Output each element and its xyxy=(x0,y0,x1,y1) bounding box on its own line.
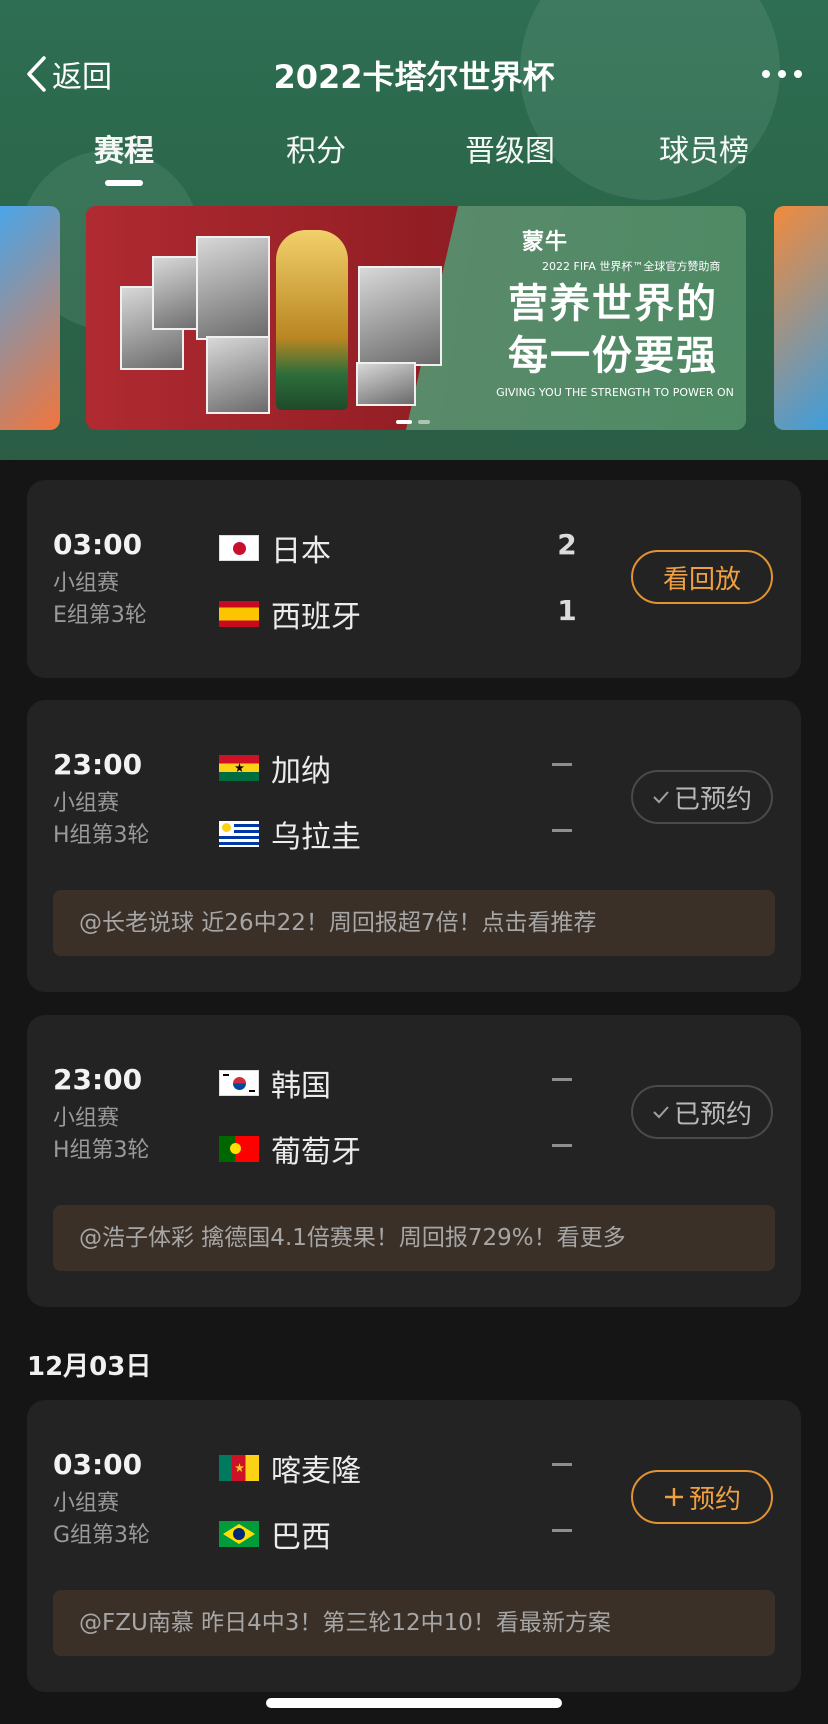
away-team-name: 葡萄牙 xyxy=(271,1135,361,1170)
home-team: 韩国 xyxy=(219,1061,331,1105)
match-card[interactable]: 03:00 小组赛 G组第3轮 喀麦隆 巴西 预约 @FZU南慕 昨日4中3！第… xyxy=(27,1400,801,1692)
reserve-label: 预约 xyxy=(688,1484,741,1515)
tab-bar: 赛程 积分 晋级图 球员榜 xyxy=(0,126,828,186)
brand-logo: 蒙牛 xyxy=(522,230,569,255)
slogan-line-2: 每一份要强 xyxy=(508,333,718,379)
carousel-dots xyxy=(396,420,430,424)
away-team: 乌拉圭 xyxy=(219,812,361,856)
check-icon xyxy=(653,791,669,804)
match-time: 23:00 xyxy=(53,748,143,781)
ad-banner[interactable]: 蒙牛 2022 FIFA 世界杯™全球官方赞助商 营养世界的 每一份要强 GIV… xyxy=(86,206,746,430)
replay-button[interactable]: 看回放 xyxy=(631,550,773,604)
away-score-placeholder xyxy=(552,1144,572,1147)
home-score-placeholder xyxy=(552,1463,572,1466)
match-stage: 小组赛 E组第3轮 xyxy=(53,568,147,632)
home-team: 日本 xyxy=(219,526,331,570)
home-team-name: 日本 xyxy=(271,534,331,569)
home-team-name: 韩国 xyxy=(271,1069,331,1104)
tab-indicator xyxy=(105,180,143,186)
reserve-button[interactable]: 预约 xyxy=(631,1470,773,1524)
match-card[interactable]: 23:00 小组赛 H组第3轮 加纳 乌拉圭 已预约 @长老说球 近26中22！… xyxy=(27,700,801,992)
banner-prev-card[interactable] xyxy=(0,206,60,430)
date-header: 12月03日 xyxy=(27,1352,152,1382)
spain-flag-icon xyxy=(219,601,259,627)
ghana-flag-icon xyxy=(219,755,259,781)
reserved-label: 已预约 xyxy=(673,784,752,815)
round-label: H组第3轮 xyxy=(53,823,150,848)
home-team-name: 喀麦隆 xyxy=(271,1454,361,1489)
match-stage: 小组赛 H组第3轮 xyxy=(53,1103,150,1167)
world-cup-trophy xyxy=(276,230,348,410)
home-score: 2 xyxy=(557,528,577,561)
player-photo xyxy=(358,266,442,366)
brand-subtitle: 2022 FIFA 世界杯™全球官方赞助商 xyxy=(542,260,721,273)
cameroon-flag-icon xyxy=(219,1455,259,1481)
banner-slogan-en: GIVING YOU THE STRENGTH TO POWER ON xyxy=(496,386,734,399)
stage-label: 小组赛 xyxy=(53,571,120,596)
tab-schedule[interactable]: 赛程 xyxy=(54,126,194,170)
reserved-button[interactable]: 已预约 xyxy=(631,770,773,824)
recommendation-tip[interactable]: @浩子体彩 擒德国4.1倍赛果！周回报729%！看更多 xyxy=(53,1205,775,1271)
brazil-flag-icon xyxy=(219,1521,259,1547)
banner-slogan: 营养世界的 每一份要强 xyxy=(488,278,738,382)
player-photo xyxy=(206,336,270,414)
japan-flag-icon xyxy=(219,535,259,561)
home-team: 加纳 xyxy=(219,746,331,790)
player-photo xyxy=(196,236,270,340)
recommendation-tip[interactable]: @FZU南慕 昨日4中3！第三轮12中10！看最新方案 xyxy=(53,1590,775,1656)
away-team-name: 西班牙 xyxy=(271,600,361,635)
match-card[interactable]: 23:00 小组赛 H组第3轮 韩国 葡萄牙 已预约 @浩子体彩 擒德国4.1倍… xyxy=(27,1015,801,1307)
round-label: E组第3轮 xyxy=(53,603,147,628)
korea-flag-icon xyxy=(219,1070,259,1096)
tab-standings[interactable]: 积分 xyxy=(246,126,386,170)
reserved-button[interactable]: 已预约 xyxy=(631,1085,773,1139)
match-time: 23:00 xyxy=(53,1063,143,1096)
match-card[interactable]: 03:00 小组赛 E组第3轮 日本 西班牙 2 1 看回放 xyxy=(27,480,801,678)
round-label: H组第3轮 xyxy=(53,1138,150,1163)
recommendation-tip[interactable]: @长老说球 近26中22！周回报超7倍！点击看推荐 xyxy=(53,890,775,956)
tab-bracket[interactable]: 晋级图 xyxy=(440,126,580,170)
away-score: 1 xyxy=(557,594,577,627)
home-score-placeholder xyxy=(552,763,572,766)
match-time: 03:00 xyxy=(53,528,143,561)
away-team: 葡萄牙 xyxy=(219,1127,361,1171)
away-score-placeholder xyxy=(552,1529,572,1532)
banner-next-card[interactable] xyxy=(774,206,828,430)
away-team: 巴西 xyxy=(219,1512,331,1556)
match-time: 03:00 xyxy=(53,1448,143,1481)
home-score-placeholder xyxy=(552,1078,572,1081)
away-team-name: 乌拉圭 xyxy=(271,820,361,855)
portugal-flag-icon xyxy=(219,1136,259,1162)
hero-header: 返回 2022卡塔尔世界杯 赛程 积分 晋级图 球员榜 蒙牛 2022 FIFA… xyxy=(0,0,828,460)
stage-label: 小组赛 xyxy=(53,791,120,816)
page-title: 2022卡塔尔世界杯 xyxy=(273,58,555,96)
tab-players[interactable]: 球员榜 xyxy=(634,126,774,170)
round-label: G组第3轮 xyxy=(53,1523,151,1548)
uruguay-flag-icon xyxy=(219,821,259,847)
match-stage: 小组赛 H组第3轮 xyxy=(53,788,150,852)
home-indicator xyxy=(266,1698,562,1708)
away-team-name: 巴西 xyxy=(271,1520,331,1555)
plus-icon xyxy=(664,1488,683,1506)
match-stage: 小组赛 G组第3轮 xyxy=(53,1488,150,1552)
home-team: 喀麦隆 xyxy=(219,1446,361,1490)
away-team: 西班牙 xyxy=(219,592,361,636)
reserved-label: 已预约 xyxy=(673,1099,752,1130)
stage-label: 小组赛 xyxy=(53,1106,120,1131)
home-team-name: 加纳 xyxy=(271,754,331,789)
away-score-placeholder xyxy=(552,829,572,832)
more-icon[interactable] xyxy=(762,70,802,78)
slogan-line-1: 营养世界的 xyxy=(508,281,718,327)
check-icon xyxy=(653,1106,669,1119)
replay-label: 看回放 xyxy=(662,564,741,595)
top-bar: 返回 2022卡塔尔世界杯 xyxy=(0,40,828,104)
stage-label: 小组赛 xyxy=(53,1491,120,1516)
player-photo xyxy=(356,362,416,406)
